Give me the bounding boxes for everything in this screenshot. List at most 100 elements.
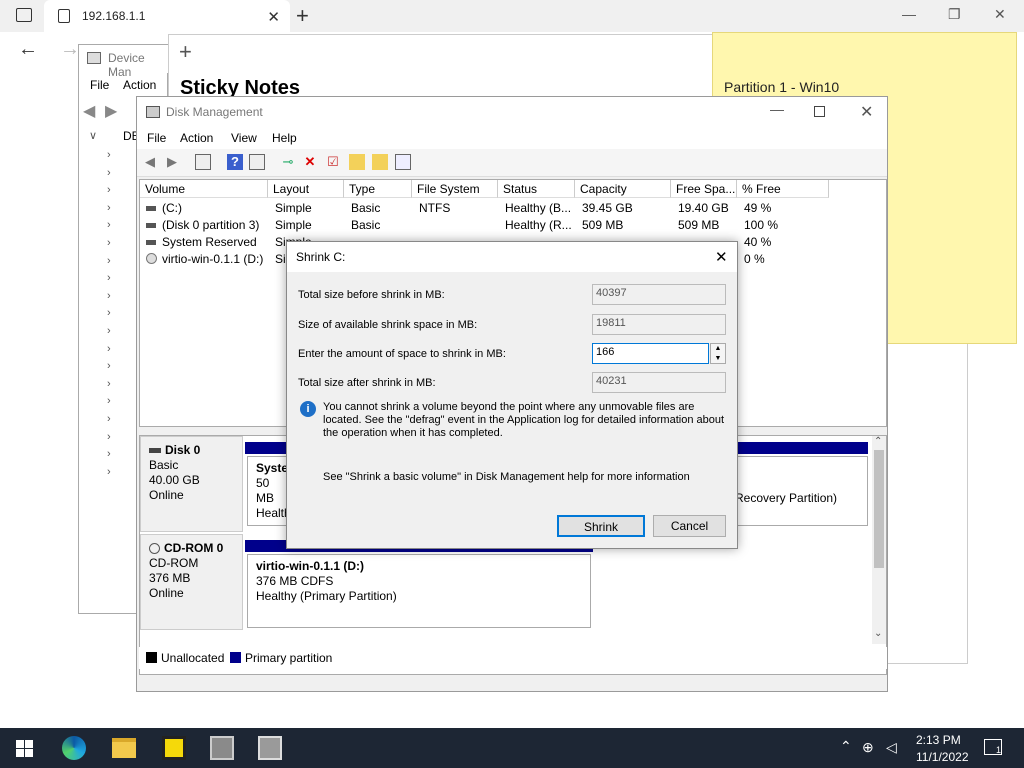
percent-free: 40 % — [744, 235, 772, 249]
label-after-shrink: Total size after shrink in MB: — [298, 377, 436, 389]
back-icon[interactable]: ◀ — [142, 154, 158, 170]
cdrom-name: CD-ROM 0 — [164, 541, 224, 555]
volume-muted-icon[interactable]: ◁ — [886, 739, 897, 756]
cd-icon — [149, 543, 160, 555]
partition-status: Healthy — [256, 506, 290, 520]
maximize-button[interactable] — [814, 106, 825, 117]
status: Healthy (B... — [505, 201, 572, 215]
col-percent-free[interactable]: % Free — [737, 180, 829, 198]
tray-chevron-icon[interactable]: ⌃ — [840, 738, 852, 755]
add-note-button[interactable]: + — [179, 39, 192, 65]
free-space: 19.40 GB — [678, 201, 729, 215]
col-type[interactable]: Type — [344, 180, 412, 198]
close-window-button[interactable]: ✕ — [994, 6, 1006, 23]
partition-size: 50 MB — [256, 476, 274, 505]
clock-date[interactable]: 11/1/2022 — [916, 750, 969, 764]
console-icon[interactable] — [195, 154, 211, 170]
minimize-button[interactable]: — — [770, 101, 784, 117]
col-free-space[interactable]: Free Spa... — [671, 180, 737, 198]
sticky-notes-icon[interactable] — [162, 736, 186, 760]
close-button[interactable]: ✕ — [860, 102, 873, 122]
device-manager-icon[interactable] — [210, 736, 234, 760]
col-volume[interactable]: Volume — [140, 180, 268, 198]
scrollbar[interactable]: ⌃ ⌄ — [872, 436, 886, 644]
partition-status: Healthy (Primary Partition) — [256, 589, 397, 603]
tab-active[interactable]: 192.168.1.1 ✕ — [44, 0, 290, 32]
percent-free: 49 % — [744, 201, 772, 215]
disk0-name: Disk 0 — [165, 443, 201, 457]
tab-actions-icon[interactable] — [16, 8, 32, 22]
start-windows-icon[interactable] — [16, 740, 33, 757]
menu-help[interactable]: Help — [272, 131, 297, 145]
disk-management-icon[interactable] — [258, 736, 282, 760]
list-view-icon[interactable] — [395, 154, 411, 170]
partition-system[interactable]: System 50 MB Healthy — [247, 456, 291, 526]
scroll-up-icon[interactable]: ⌃ — [874, 436, 882, 447]
sticky-note-text[interactable]: Partition 1 - Win10 — [724, 79, 839, 95]
amount-spinner[interactable]: ▲ ▼ — [710, 343, 726, 364]
partition-name: virtio-win-0.1.1 (D:) — [256, 559, 365, 573]
volume-name: System Reserved — [162, 235, 257, 249]
forward-arrow-icon[interactable]: ▶ — [105, 101, 117, 121]
clock-time[interactable]: 2:13 PM — [916, 733, 961, 747]
menu-view[interactable]: View — [231, 131, 257, 145]
forward-button[interactable]: → — [60, 38, 80, 61]
scroll-thumb[interactable] — [874, 450, 884, 568]
table-row[interactable]: (Disk 0 partition 3) Simple Basic Health… — [140, 217, 886, 234]
col-file-system[interactable]: File System — [412, 180, 498, 198]
page-icon — [58, 9, 70, 23]
notification-count: 1 — [995, 745, 1001, 755]
free-space: 509 MB — [678, 218, 720, 232]
disk-management-icon — [146, 106, 160, 118]
cdrom-info[interactable]: CD-ROM 0 CD-ROM 376 MB Online — [140, 534, 243, 630]
partition-recovery[interactable]: Recovery Partition) — [735, 456, 868, 526]
edge-icon[interactable] — [62, 736, 86, 760]
network-icon[interactable]: ⊕ — [862, 739, 874, 756]
help-icon[interactable]: ? — [227, 154, 243, 170]
percent-free: 100 % — [744, 218, 779, 232]
cdrom-type: CD-ROM — [149, 556, 199, 570]
tab-close-icon[interactable]: ✕ — [267, 8, 280, 26]
label-total-size: Total size before shrink in MB: — [298, 289, 445, 301]
menu-file[interactable]: File — [90, 78, 109, 92]
col-capacity[interactable]: Capacity — [575, 180, 671, 198]
tree-expand-icon[interactable]: › › › › › › › › › › › › › › › › › › › — [107, 147, 137, 481]
minimize-button[interactable]: — — [902, 6, 916, 22]
layout: Simple — [275, 201, 312, 215]
shrink-amount-input[interactable]: 166 — [592, 343, 709, 364]
menu-action[interactable]: Action — [180, 131, 213, 145]
folder-up-icon[interactable] — [349, 154, 365, 170]
back-button[interactable]: ← — [18, 38, 38, 61]
help-text: See "Shrink a basic volume" in Disk Mana… — [323, 471, 690, 483]
disk0-type: Basic — [149, 458, 179, 472]
new-tab-button[interactable]: + — [296, 3, 309, 29]
menu-file[interactable]: File — [147, 131, 166, 145]
shrink-dialog: Shrink C: ✕ Total size before shrink in … — [286, 241, 738, 549]
back-arrow-icon[interactable]: ◀ — [83, 101, 95, 121]
drive-icon — [146, 206, 156, 211]
properties-icon[interactable] — [249, 154, 265, 170]
notifications-icon[interactable]: 1 — [984, 739, 1002, 755]
type: Basic — [351, 201, 381, 215]
spin-down-icon[interactable]: ▼ — [711, 354, 725, 364]
scroll-down-icon[interactable]: ⌄ — [874, 628, 882, 639]
disk0-info[interactable]: Disk 0 Basic 40.00 GB Online — [140, 436, 243, 532]
col-layout[interactable]: Layout — [268, 180, 344, 198]
shrink-button[interactable]: Shrink — [557, 515, 645, 537]
label-enter-amount: Enter the amount of space to shrink in M… — [298, 348, 506, 360]
delete-icon[interactable]: ✕ — [302, 154, 318, 170]
tree-collapse-icon[interactable]: ∨ — [89, 129, 97, 142]
check-icon[interactable]: ☑ — [325, 154, 341, 170]
table-row[interactable]: (C:) Simple Basic NTFS Healthy (B... 39.… — [140, 200, 886, 217]
spin-up-icon[interactable]: ▲ — [711, 344, 725, 354]
col-status[interactable]: Status — [498, 180, 575, 198]
search-folder-icon[interactable] — [372, 154, 388, 170]
restore-button[interactable]: ❐ — [948, 6, 961, 23]
forward-icon[interactable]: ▶ — [164, 154, 180, 170]
menu-action[interactable]: Action — [123, 78, 156, 92]
connect-icon[interactable]: ⊸ — [280, 154, 296, 170]
file-explorer-icon[interactable] — [112, 738, 136, 758]
partition-cdrom[interactable]: virtio-win-0.1.1 (D:) 376 MB CDFS Health… — [247, 554, 591, 628]
dialog-close-icon[interactable]: ✕ — [715, 248, 728, 266]
cancel-button[interactable]: Cancel — [653, 515, 726, 537]
